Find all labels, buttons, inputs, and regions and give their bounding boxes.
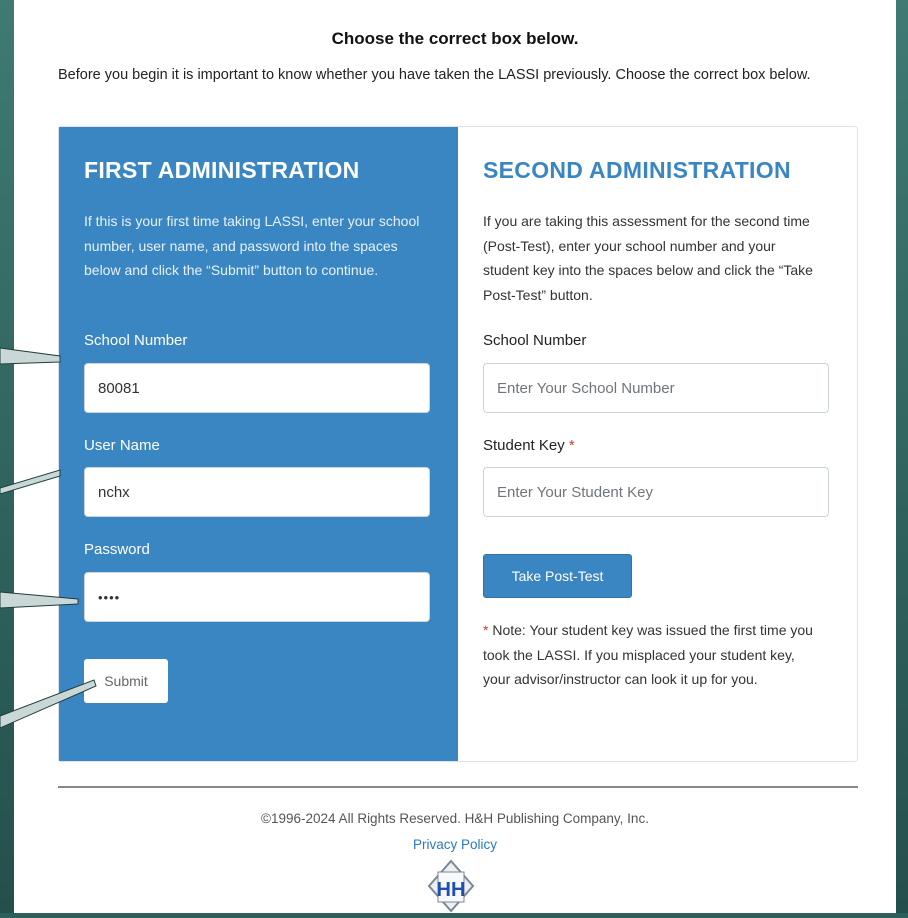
page: Choose the correct box below. Before you… <box>14 0 896 913</box>
administration-card: FIRST ADMINISTRATION If this is your fir… <box>58 126 858 762</box>
post-school-number-label: School Number <box>483 332 587 349</box>
note-asterisk: * <box>483 622 489 638</box>
first-administration-description: If this is your first time taking LASSI,… <box>84 213 420 278</box>
submit-button[interactable]: Submit <box>84 659 168 703</box>
take-post-test-button[interactable]: Take Post-Test <box>483 554 632 598</box>
student-key-label-text: Student Key <box>483 437 565 454</box>
post-school-number-input[interactable]: Enter Your School Number <box>483 363 829 413</box>
password-label: Password <box>84 541 150 558</box>
user-name-label: User Name <box>84 437 160 454</box>
hh-logo-icon: HH <box>426 859 476 913</box>
intro-text: Before you begin it is important to know… <box>58 67 811 83</box>
password-input[interactable]: •••• <box>84 572 430 622</box>
first-administration-title: FIRST ADMINISTRATION <box>84 157 360 183</box>
student-key-note: * Note: Your student key was issued the … <box>483 618 823 692</box>
footer-divider <box>58 786 858 788</box>
required-asterisk: * <box>568 437 575 454</box>
logo-text: HH <box>437 879 466 901</box>
background-left <box>0 0 14 913</box>
school-number-label: School Number <box>84 332 188 349</box>
privacy-policy-link[interactable]: Privacy Policy <box>14 837 896 852</box>
second-administration-title: SECOND ADMINISTRATION <box>483 157 791 183</box>
second-administration-description: If you are taking this assessment for th… <box>483 213 813 303</box>
user-name-input[interactable]: nchx <box>84 467 430 517</box>
note-text: Note: Your student key was issued the fi… <box>483 622 813 687</box>
page-heading: Choose the correct box below. <box>331 29 579 48</box>
student-key-label: Student Key * <box>483 437 575 454</box>
background-right <box>896 0 908 913</box>
school-number-input[interactable]: 80081 <box>84 363 430 413</box>
first-administration-panel: FIRST ADMINISTRATION If this is your fir… <box>59 127 458 761</box>
copyright-text: ©1996-2024 All Rights Reserved. H&H Publ… <box>261 811 649 826</box>
second-administration-panel: SECOND ADMINISTRATION If you are taking … <box>458 127 857 761</box>
student-key-input[interactable]: Enter Your Student Key <box>483 467 829 517</box>
